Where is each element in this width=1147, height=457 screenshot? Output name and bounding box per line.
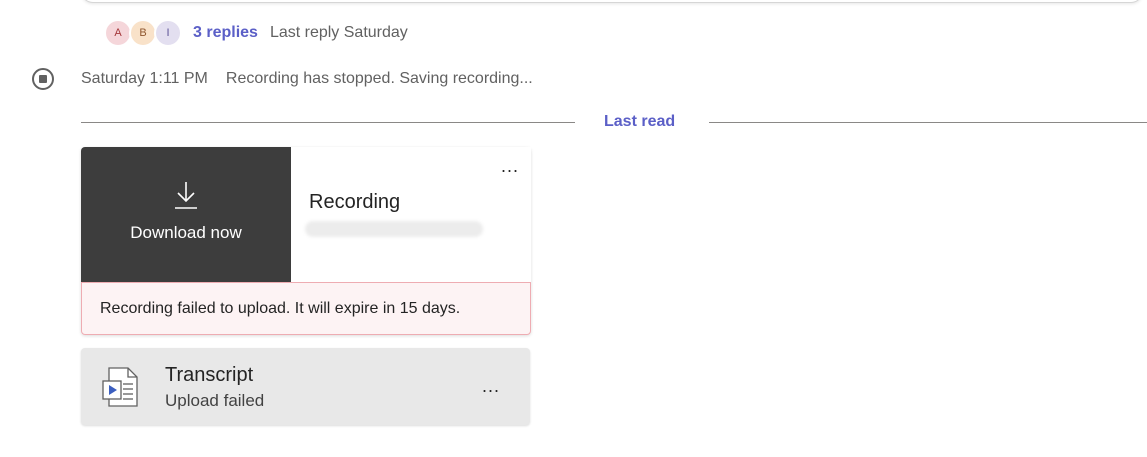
download-now-button[interactable]: Download now <box>81 147 291 282</box>
status-timestamp: Saturday 1:11 PM <box>81 70 208 87</box>
reply-avatars: A B I <box>104 19 182 47</box>
last-reply-text: Last reply Saturday <box>269 24 408 41</box>
redacted-text <box>305 221 483 237</box>
stop-recording-icon <box>32 68 54 90</box>
thread-replies-row: A B I 3 replies Last reply Saturday <box>104 17 408 49</box>
last-read-label: Last read <box>604 113 676 130</box>
last-read-divider: Last read <box>81 111 1147 135</box>
download-now-label: Download now <box>130 223 242 242</box>
divider-line-right <box>709 122 1147 123</box>
transcript-file-icon <box>102 367 138 407</box>
transcript-more-options-button[interactable]: ... <box>482 377 500 395</box>
recording-more-options-button[interactable]: ... <box>501 157 519 175</box>
recording-card: Download now ... Recording Recording fai… <box>81 147 531 335</box>
avatar[interactable]: A <box>104 19 132 47</box>
previous-message-card <box>81 0 1143 3</box>
divider-line-left <box>81 122 575 123</box>
transcript-title: Transcript <box>165 364 254 386</box>
replies-link[interactable]: 3 replies <box>193 24 258 42</box>
avatar[interactable]: B <box>129 19 157 47</box>
avatar[interactable]: I <box>154 19 182 47</box>
transcript-status: Upload failed <box>165 391 265 410</box>
upload-error-banner: Recording failed to upload. It will expi… <box>81 282 531 335</box>
status-message: Recording has stopped. Saving recording.… <box>225 70 533 87</box>
recording-status-row: Saturday 1:11 PM Recording has stopped. … <box>32 66 533 92</box>
download-icon <box>175 182 197 209</box>
recording-title: Recording <box>309 191 401 213</box>
transcript-card[interactable]: Transcript Upload failed ... <box>81 348 530 425</box>
recording-details[interactable]: ... Recording <box>291 147 531 282</box>
